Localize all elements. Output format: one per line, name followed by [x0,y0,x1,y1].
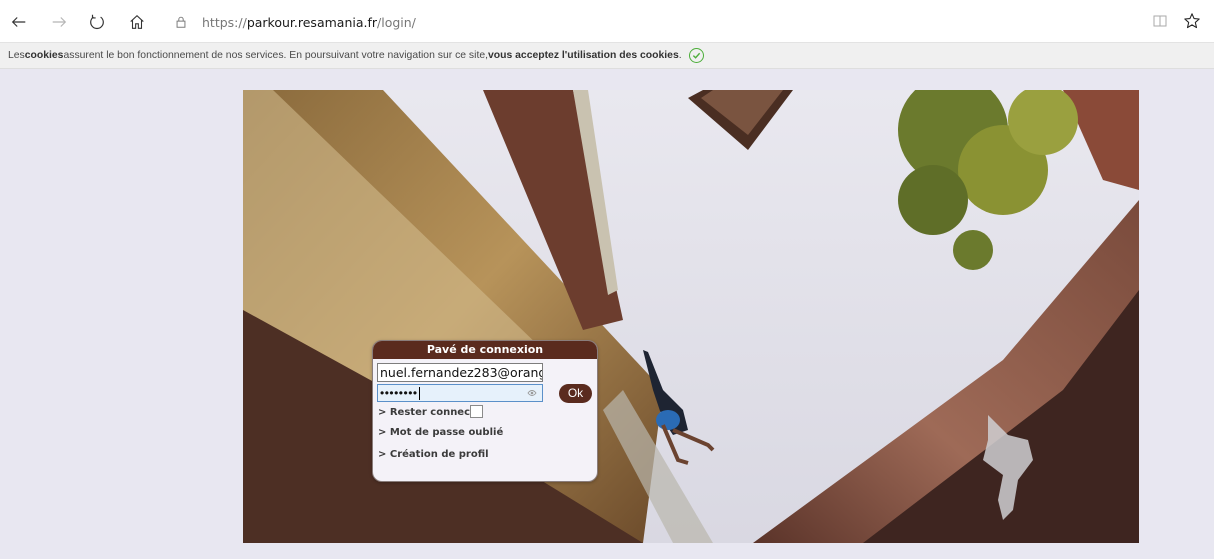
password-field[interactable]: •••••••• [377,384,543,402]
url-path: /login/ [377,14,416,30]
password-mask: •••••••• [380,386,418,400]
arrow-right-icon [52,17,67,27]
refresh-button[interactable] [84,9,110,35]
login-panel: Pavé de connexion nuel.fernandez283@oran… [372,340,598,482]
arrow-left-icon [11,17,26,27]
remember-me-label: > Rester connecté [378,407,482,418]
home-button[interactable] [124,9,150,35]
url-prefix: https:// [202,14,247,30]
email-field[interactable]: nuel.fernandez283@orange.fr [377,363,543,382]
forward-button[interactable] [46,9,72,35]
refresh-icon [90,14,104,30]
browser-toolbar: https://parkour.resamania.fr/login/ [0,0,1214,43]
lock-icon [174,14,190,30]
create-profile-link[interactable]: > Création de profil [378,449,489,460]
forgot-password-link[interactable]: > Mot de passe oublié [378,427,503,438]
address-bar[interactable]: https://parkour.resamania.fr/login/ [168,8,1200,36]
text-caret [418,387,420,401]
login-title: Pavé de connexion [373,341,597,359]
reveal-password-icon[interactable] [526,387,538,399]
back-button[interactable] [6,9,32,35]
url-host: parkour.resamania.fr [246,14,378,30]
cookie-banner: Les cookies assurent le bon fonctionneme… [0,43,1214,69]
reading-view-icon[interactable] [1152,13,1168,29]
remember-me-checkbox[interactable] [470,405,483,418]
cookie-text: . [678,50,682,61]
cookie-text-bold: cookies [24,50,64,61]
cookie-text: Les [8,50,25,61]
ok-button[interactable]: Ok [559,384,592,403]
cookie-text: assurent le bon fonctionnement de nos se… [63,50,488,61]
cookie-consent-text: vous acceptez l'utilisation des cookies [488,50,679,61]
star-icon[interactable] [1183,12,1201,30]
home-icon [130,14,144,29]
url-text: https://parkour.resamania.fr/login/ [202,15,416,30]
check-circle-icon[interactable] [688,48,704,63]
